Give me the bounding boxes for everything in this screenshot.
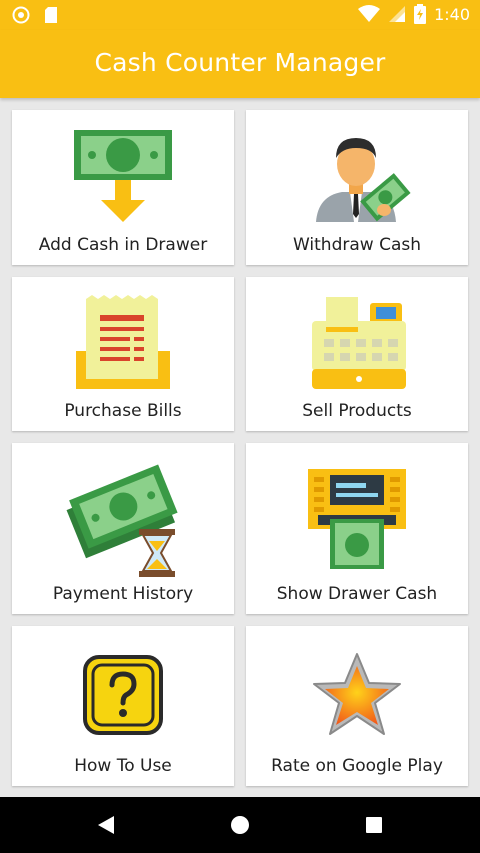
menu-card-rate-google-play[interactable]: Rate on Google Play xyxy=(246,626,468,786)
recents-button[interactable] xyxy=(358,809,390,841)
signal-icon xyxy=(389,6,406,22)
menu-label: How To Use xyxy=(74,756,172,776)
back-icon xyxy=(98,816,114,834)
navigation-bar xyxy=(0,797,480,853)
menu-label: Purchase Bills xyxy=(64,401,182,421)
menu-card-sell-products[interactable]: Sell Products xyxy=(246,277,468,431)
home-icon xyxy=(231,816,249,834)
star-icon xyxy=(246,636,468,754)
status-time: 1:40 xyxy=(434,4,470,24)
status-bar: 1:40 xyxy=(0,0,480,30)
cash-in-drawer-icon xyxy=(12,120,234,232)
menu-card-show-drawer-cash[interactable]: Show Drawer Cash xyxy=(246,443,468,614)
atm-cash-icon xyxy=(246,453,468,583)
home-button[interactable] xyxy=(224,809,256,841)
menu-card-payment-history[interactable]: Payment History xyxy=(12,443,234,614)
menu-label: Rate on Google Play xyxy=(271,756,443,776)
menu-card-withdraw-cash[interactable]: Withdraw Cash xyxy=(246,110,468,265)
battery-icon xyxy=(414,4,427,24)
payment-history-icon xyxy=(12,453,234,583)
cash-register-icon xyxy=(246,287,468,399)
wifi-icon xyxy=(358,5,381,22)
settings-notification-icon xyxy=(12,6,30,24)
menu-card-how-to-use[interactable]: How To Use xyxy=(12,626,234,786)
app-title: Cash Counter Manager xyxy=(94,48,386,77)
sd-card-icon xyxy=(45,7,57,23)
menu-card-purchase-bills[interactable]: Purchase Bills xyxy=(12,277,234,431)
menu-card-add-cash[interactable]: Add Cash in Drawer xyxy=(12,110,234,265)
menu-label: Withdraw Cash xyxy=(292,235,422,255)
menu-label: Show Drawer Cash xyxy=(276,584,438,604)
help-icon xyxy=(12,636,234,754)
menu-label: Add Cash in Drawer xyxy=(38,235,208,255)
menu-label: Payment History xyxy=(52,584,194,604)
purchase-bills-icon xyxy=(12,287,234,399)
menu-label: Sell Products xyxy=(302,401,412,421)
withdraw-cash-icon xyxy=(246,120,468,232)
back-button[interactable] xyxy=(90,809,122,841)
recents-icon xyxy=(366,817,382,833)
app-bar: Cash Counter Manager xyxy=(0,30,480,98)
